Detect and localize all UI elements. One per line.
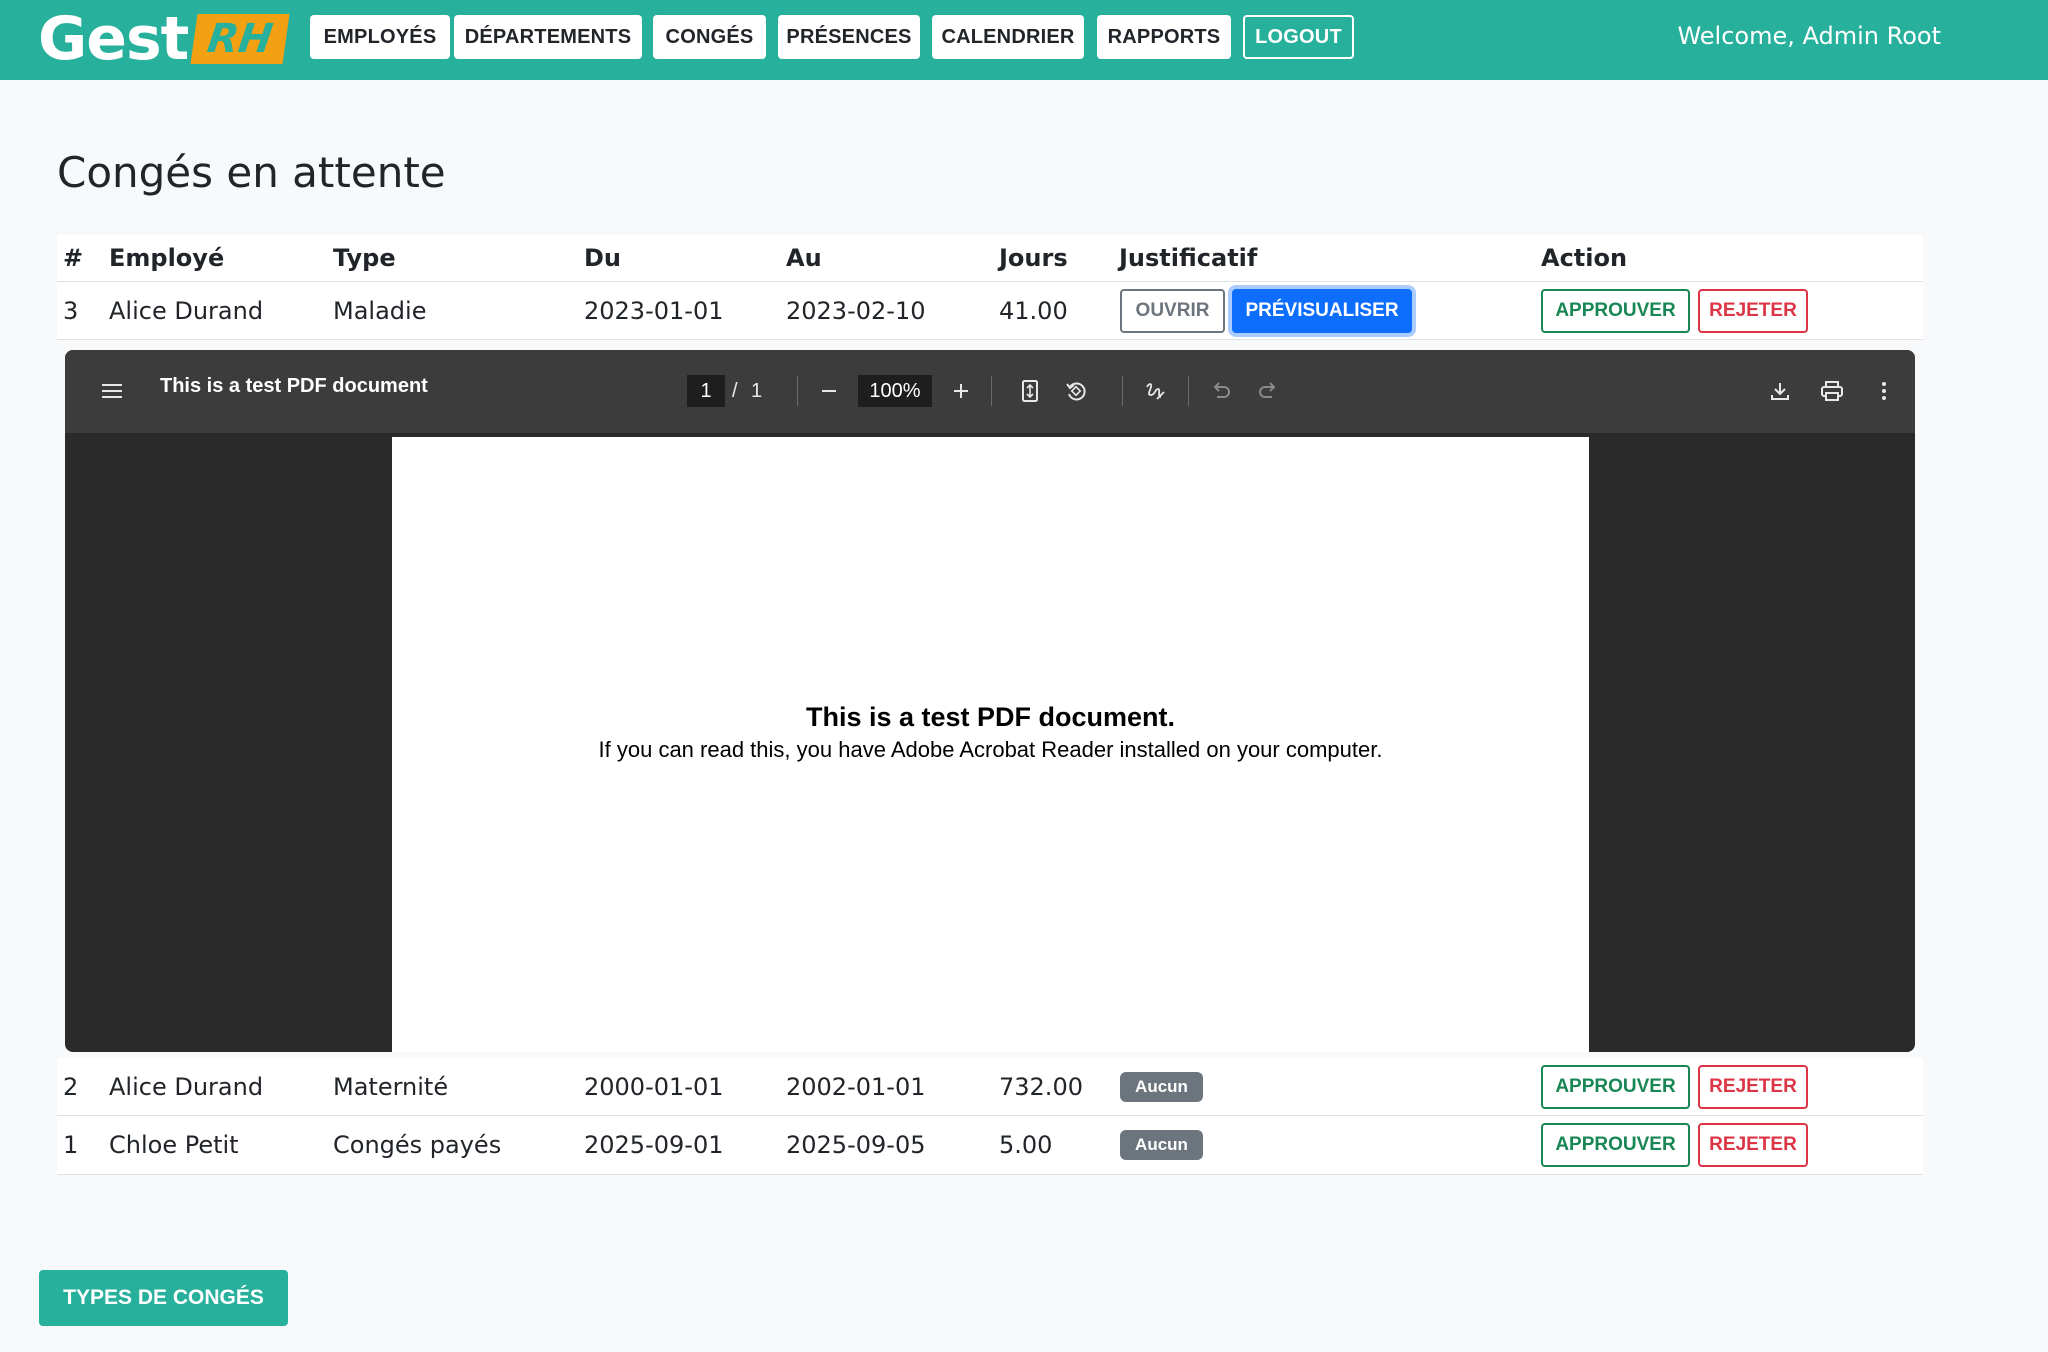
redo-icon[interactable] — [1250, 373, 1286, 409]
cell-days: 41.00 — [999, 296, 1068, 325]
cell-type: Maladie — [333, 296, 427, 325]
header-id: # — [63, 244, 84, 272]
nav-conges[interactable]: CONGÉS — [653, 15, 766, 59]
rotate-icon[interactable] — [1058, 373, 1094, 409]
cell-to: 2023-02-10 — [786, 296, 926, 325]
cell-employee: Alice Durand — [109, 296, 264, 325]
nav-rapports[interactable]: RAPPORTS — [1097, 15, 1231, 59]
toolbar-divider — [797, 376, 798, 406]
table-row: 3 Alice Durand Maladie 2023-01-01 2023-0… — [57, 282, 1923, 340]
pdf-title: This is a test PDF document — [160, 375, 428, 397]
approve-button[interactable]: APPROUVER — [1541, 1123, 1690, 1167]
logo-text: Gest — [38, 4, 189, 74]
open-document-button[interactable]: OUVRIR — [1120, 289, 1225, 333]
cell-id: 1 — [63, 1131, 79, 1159]
undo-icon[interactable] — [1203, 373, 1239, 409]
cell-id: 2 — [63, 1072, 79, 1101]
nav-presences[interactable]: PRÉSENCES — [778, 15, 920, 59]
annotate-icon[interactable] — [1137, 373, 1173, 409]
more-options-icon[interactable] — [1866, 373, 1902, 409]
menu-icon[interactable] — [94, 373, 130, 409]
cell-to: 2025-09-05 — [786, 1131, 926, 1159]
nav-departements[interactable]: DÉPARTEMENTS — [454, 15, 642, 59]
zoom-level[interactable]: 100% — [858, 375, 932, 407]
header-to: Au — [786, 244, 822, 272]
table-header: # Employé Type Du Au Jours Justificatif … — [57, 235, 1923, 282]
cell-type: Congés payés — [333, 1131, 502, 1159]
cell-from: 2025-09-01 — [584, 1131, 724, 1159]
pdf-page: This is a test PDF document. If you can … — [392, 437, 1589, 1052]
fit-page-icon[interactable] — [1012, 373, 1048, 409]
cell-days: 5.00 — [999, 1131, 1053, 1159]
pdf-toolbar: This is a test PDF document 1 / 1 100% — [65, 350, 1915, 433]
header-days: Jours — [999, 244, 1068, 272]
cell-from: 2023-01-01 — [584, 296, 724, 325]
header-type: Type — [333, 244, 396, 272]
cell-days: 732.00 — [999, 1072, 1083, 1101]
table-row: 1 Chloe Petit Congés payés 2025-09-01 20… — [57, 1116, 1923, 1175]
header-action: Action — [1541, 244, 1628, 272]
logo-accent: RH — [190, 14, 290, 64]
pdf-document-heading: This is a test PDF document. — [805, 702, 1176, 732]
cell-employee: Chloe Petit — [109, 1131, 239, 1159]
reject-button[interactable]: REJETER — [1698, 289, 1808, 333]
reject-button[interactable]: REJETER — [1698, 1065, 1808, 1109]
page-separator: / — [732, 380, 738, 402]
cell-employee: Alice Durand — [109, 1072, 264, 1101]
zoom-in-icon[interactable] — [943, 373, 979, 409]
header-employee: Employé — [109, 244, 225, 272]
page-title: Congés en attente — [57, 148, 446, 197]
no-document-badge: Aucun — [1120, 1072, 1203, 1102]
cell-from: 2000-01-01 — [584, 1072, 724, 1101]
cell-id: 3 — [63, 296, 79, 325]
logout-button[interactable]: LOGOUT — [1243, 15, 1354, 59]
welcome-text: Welcome, Admin Root — [1677, 22, 1941, 50]
nav-calendrier[interactable]: CALENDRIER — [932, 15, 1084, 59]
table-row: 2 Alice Durand Maternité 2000-01-01 2002… — [57, 1058, 1923, 1116]
header-from: Du — [584, 244, 622, 272]
toolbar-divider — [1122, 376, 1123, 406]
cell-to: 2002-01-01 — [786, 1072, 926, 1101]
page-total: 1 — [751, 380, 763, 402]
download-icon[interactable] — [1762, 373, 1798, 409]
header-justif: Justificatif — [1119, 244, 1258, 272]
navbar: Gest RH EMPLOYÉS DÉPARTEMENTS CONGÉS PRÉ… — [0, 0, 2048, 80]
leave-types-button[interactable]: TYPES DE CONGÉS — [39, 1270, 288, 1326]
no-document-badge: Aucun — [1120, 1130, 1203, 1160]
approve-button[interactable]: APPROUVER — [1541, 1065, 1690, 1109]
app-logo[interactable]: Gest RH — [38, 4, 290, 74]
pdf-document-text: If you can read this, you have Adobe Acr… — [598, 737, 1383, 762]
pdf-viewer[interactable]: This is a test PDF document 1 / 1 100% T… — [65, 350, 1915, 1052]
print-icon[interactable] — [1814, 373, 1850, 409]
reject-button[interactable]: REJETER — [1698, 1123, 1808, 1167]
cell-type: Maternité — [333, 1072, 449, 1101]
toolbar-divider — [1188, 376, 1189, 406]
page-number-input[interactable]: 1 — [687, 375, 725, 407]
nav-employes[interactable]: EMPLOYÉS — [310, 15, 450, 59]
toolbar-divider — [991, 376, 992, 406]
zoom-out-icon[interactable] — [811, 373, 847, 409]
preview-document-button[interactable]: PRÉVISUALISER — [1232, 289, 1412, 333]
approve-button[interactable]: APPROUVER — [1541, 289, 1690, 333]
